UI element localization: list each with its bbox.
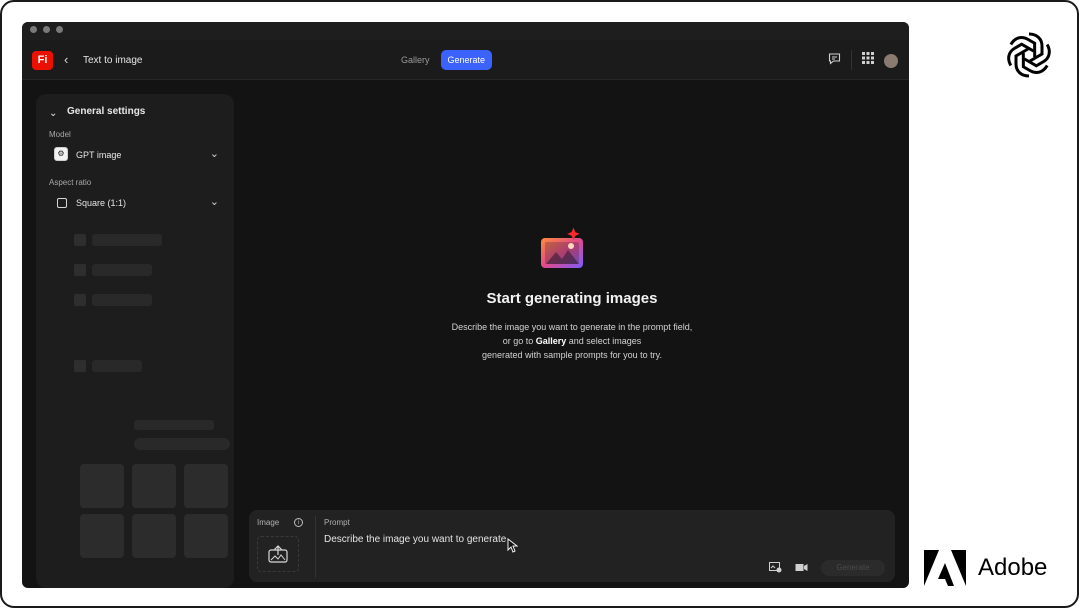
- mouse-cursor-icon: [507, 537, 519, 556]
- faded-model-option: [92, 294, 152, 306]
- style-thumbnail: [132, 514, 176, 558]
- back-chevron-icon[interactable]: ‹: [64, 52, 68, 67]
- empty-state-title: Start generating images: [486, 290, 658, 307]
- model-select[interactable]: ⚙ GPT image ⌄: [49, 144, 223, 166]
- faded-model-option: [92, 264, 152, 276]
- model-label: Model: [49, 130, 71, 139]
- settings-sidebar: ⌄ General settings Model ⚙ GPT image ⌄ A…: [36, 94, 234, 588]
- style-thumbnail: [184, 464, 228, 508]
- video-frame: Fi ‹ Text to image Gallery Generate ⌄ Ge…: [0, 0, 1079, 608]
- faded-model-option: [92, 360, 142, 372]
- adobe-wordmark: Adobe: [978, 554, 1048, 581]
- divider: [315, 516, 316, 578]
- model-value: GPT image: [76, 150, 122, 160]
- square-icon: [57, 198, 67, 208]
- info-icon[interactable]: i: [294, 518, 303, 527]
- avatar[interactable]: [884, 54, 898, 68]
- close-dot[interactable]: [30, 26, 37, 33]
- aspect-ratio-label: Aspect ratio: [49, 178, 92, 187]
- tab-gallery[interactable]: Gallery: [394, 50, 437, 70]
- faded-browse-button: [134, 438, 230, 450]
- collapse-chevron-icon[interactable]: ⌄: [49, 108, 57, 119]
- gallery-link[interactable]: Gallery: [536, 336, 567, 346]
- upload-image-icon[interactable]: [257, 536, 299, 572]
- chevron-down-icon: ⌄: [209, 196, 219, 208]
- generate-button[interactable]: Generate: [821, 560, 885, 576]
- chevron-down-icon: ⌄: [209, 148, 219, 160]
- description-line: Describe the image you want to generate …: [451, 322, 693, 332]
- description-text: and select images: [566, 336, 642, 346]
- style-thumbnail: [132, 464, 176, 508]
- description-text: or go to: [502, 336, 536, 346]
- adobe-brand: Adobe: [924, 548, 1047, 588]
- faded-upload-button: [134, 420, 214, 430]
- app-window: Fi ‹ Text to image Gallery Generate ⌄ Ge…: [22, 22, 909, 588]
- adobe-logo-icon: [924, 550, 966, 586]
- maximize-dot[interactable]: [56, 26, 63, 33]
- window-chrome: [22, 22, 909, 40]
- faded-model-option-icon: [74, 294, 86, 306]
- generate-images-illustration-icon: [541, 227, 583, 268]
- openai-logo-icon: [1007, 32, 1051, 78]
- chat-icon[interactable]: [828, 52, 841, 68]
- prompt-label: Prompt: [324, 518, 350, 527]
- video-icon[interactable]: [795, 562, 808, 576]
- minimize-dot[interactable]: [43, 26, 50, 33]
- aspect-ratio-value: Square (1:1): [76, 198, 127, 208]
- faded-model-option-icon: [74, 264, 86, 276]
- faded-model-option: [92, 234, 162, 246]
- style-thumbnail: [80, 514, 124, 558]
- top-bar: Fi ‹ Text to image Gallery Generate: [22, 40, 909, 80]
- image-settings-icon[interactable]: [769, 562, 782, 576]
- description-line: or go to Gallery and select images: [412, 334, 732, 348]
- aspect-ratio-select[interactable]: Square (1:1) ⌄: [49, 192, 223, 214]
- general-settings-heading[interactable]: General settings: [67, 106, 145, 117]
- firefly-logo[interactable]: Fi: [32, 51, 53, 70]
- view-tabs: Gallery Generate: [394, 50, 493, 70]
- style-thumbnail: [80, 464, 124, 508]
- faded-model-option-icon: [74, 234, 86, 246]
- prompt-panel: Image i Prompt Generate: [249, 510, 895, 582]
- page-title: Text to image: [83, 55, 143, 66]
- tab-generate[interactable]: Generate: [440, 50, 493, 70]
- image-label: Image: [257, 518, 280, 527]
- openai-icon: ⚙: [54, 147, 68, 161]
- empty-state-description: Describe the image you want to generate …: [412, 320, 732, 362]
- apps-grid-icon[interactable]: [862, 52, 874, 67]
- faded-model-option-icon: [74, 360, 86, 372]
- description-line: generated with sample prompts for you to…: [482, 350, 662, 360]
- divider: [851, 50, 852, 70]
- style-thumbnail: [184, 514, 228, 558]
